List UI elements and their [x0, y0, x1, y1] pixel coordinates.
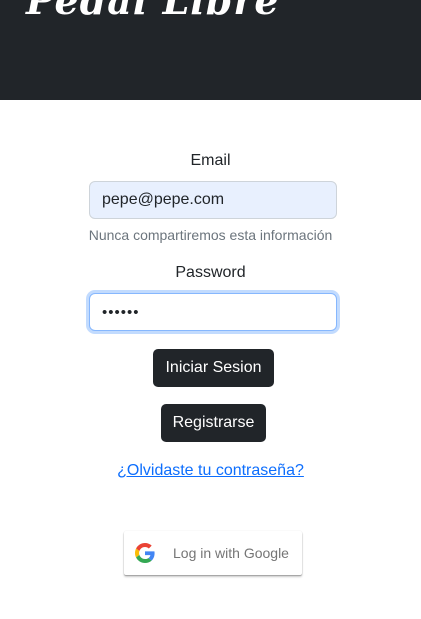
- register-button-label: Registrarse: [172, 414, 255, 431]
- register-button[interactable]: Registrarse: [161, 404, 266, 442]
- login-button-label: Iniciar Sesion: [165, 359, 262, 376]
- google-icon: [135, 543, 155, 563]
- email-label: Email: [190, 152, 231, 169]
- login-button[interactable]: Iniciar Sesion: [153, 349, 274, 387]
- email-field[interactable]: pepe@pepe.com: [89, 181, 337, 219]
- app-header: Pedal Libre: [0, 0, 421, 100]
- email-field-value: pepe@pepe.com: [102, 191, 225, 208]
- google-login-label: Log in with Google: [173, 545, 289, 561]
- password-field[interactable]: ••••••: [89, 293, 337, 331]
- password-field-value: ••••••: [102, 303, 140, 321]
- password-label: Password: [175, 264, 246, 281]
- email-help-text: Nunca compartiremos esta información: [88, 227, 333, 243]
- brand-logo-text[interactable]: Pedal Libre: [26, 0, 280, 23]
- forgot-password-link[interactable]: ¿Olvidaste tu contraseña?: [0, 462, 421, 480]
- google-login-button[interactable]: Log in with Google: [124, 531, 302, 575]
